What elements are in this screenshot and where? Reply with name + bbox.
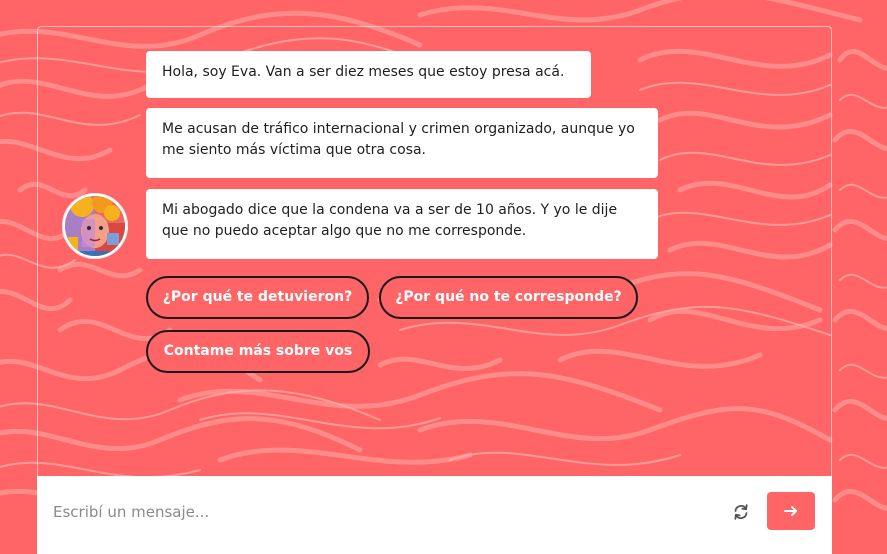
message-text: Me acusan de tráfico internacional y cri… — [162, 121, 635, 158]
quick-reply-tell-more[interactable]: Contame más sobre vos — [146, 330, 370, 373]
eva-portrait-avatar — [62, 193, 128, 259]
message-bubble: Me acusan de tráfico internacional y cri… — [146, 108, 658, 178]
message-composer — [37, 476, 832, 554]
message-text: Mi abogado dice que la condena va a ser … — [162, 202, 618, 239]
refresh-icon[interactable] — [732, 503, 750, 521]
quick-reply-why-detained[interactable]: ¿Por qué te detuvieron? — [146, 276, 369, 319]
message-bubble: Hola, soy Eva. Van a ser diez meses que … — [146, 51, 591, 98]
arrow-right-icon — [784, 506, 797, 516]
quick-reply-why-not-fair[interactable]: ¿Por qué no te corresponde? — [379, 276, 638, 319]
message-input[interactable] — [53, 498, 693, 526]
send-button[interactable] — [767, 492, 815, 530]
message-text: Hola, soy Eva. Van a ser diez meses que … — [162, 64, 565, 80]
avatar — [62, 193, 128, 259]
message-bubble: Mi abogado dice que la condena va a ser … — [146, 189, 658, 259]
